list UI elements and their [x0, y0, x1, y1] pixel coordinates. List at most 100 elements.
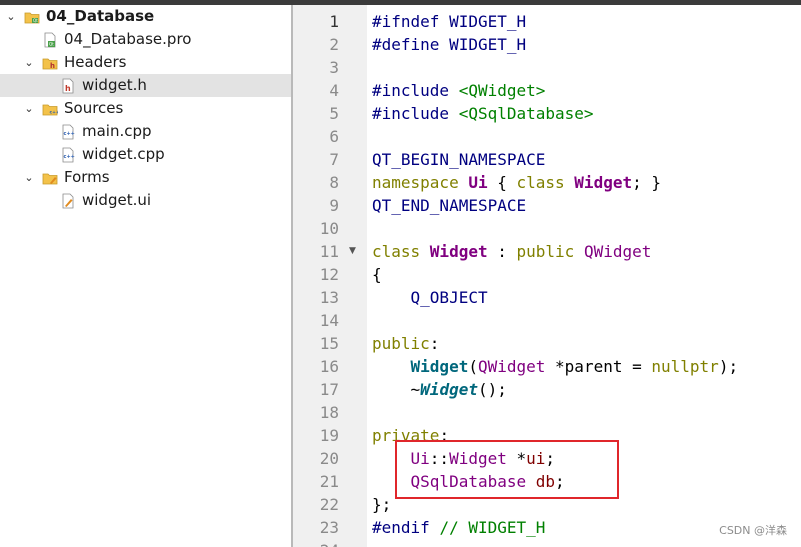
fold-arrow-icon[interactable]: ▼	[349, 240, 356, 263]
code-line[interactable]: };	[372, 493, 391, 516]
code-line[interactable]: ~Widget();	[372, 378, 507, 401]
code-token: #include	[372, 81, 459, 100]
code-line[interactable]: {	[372, 263, 382, 286]
code-token: // WIDGET_H	[439, 518, 546, 537]
tree-item-sources[interactable]: ⌄ c++ Sources	[0, 97, 291, 120]
line-number: 21	[319, 472, 339, 491]
line-number: 2	[329, 35, 339, 54]
code-token: {	[487, 173, 517, 192]
line-number: 11	[319, 242, 339, 261]
line-number: 22	[319, 495, 339, 514]
header-file-label: widget.h	[82, 76, 147, 94]
line-number: 6	[329, 127, 339, 146]
line-number: 5	[329, 104, 339, 123]
line-number: 20	[319, 449, 339, 468]
code-line[interactable]: Q_OBJECT	[372, 286, 488, 309]
pro-file-label: 04_Database.pro	[64, 30, 192, 48]
chevron-down-icon[interactable]: ⌄	[22, 171, 36, 185]
cpp-file-icon: c++	[62, 124, 75, 140]
tree-item-main-cpp[interactable]: c++ main.cpp	[0, 120, 291, 143]
line-number: 1	[329, 12, 339, 31]
line-number: 7	[329, 150, 339, 169]
watermark: CSDN @洋森	[719, 524, 787, 537]
code-token: :	[487, 242, 517, 261]
project-tree: ⌄ Qt 04_Database Qt 04_Database.pro ⌄ h …	[0, 5, 291, 547]
line-number: 8	[329, 173, 339, 192]
header-file-icon: h	[62, 78, 74, 94]
code-token: class	[516, 173, 575, 192]
line-number: 17	[319, 380, 339, 399]
forms-label: Forms	[64, 168, 110, 186]
line-number: 4	[329, 81, 339, 100]
code-token: ();	[477, 380, 507, 399]
line-number: 18	[319, 403, 339, 422]
code-token: QT_BEGIN_NAMESPACE	[372, 150, 546, 169]
code-line[interactable]: Widget(QWidget *parent = nullptr);	[372, 355, 739, 378]
pro-file-icon: Qt	[44, 32, 56, 48]
code-token: #endif	[372, 518, 440, 537]
code-token: };	[372, 495, 392, 514]
line-number: 23	[319, 518, 339, 537]
line-number: 3	[329, 58, 339, 77]
source-file-label: main.cpp	[82, 122, 152, 140]
svg-text:c++: c++	[50, 110, 59, 116]
line-number: 15	[319, 334, 339, 353]
ui-form-file-icon	[62, 193, 74, 209]
code-line[interactable]: namespace Ui { class Widget; }	[372, 171, 661, 194]
code-token: #include	[372, 104, 459, 123]
line-number: 9	[329, 196, 339, 215]
annotation-highlight-box	[395, 440, 619, 499]
tree-item-widget-h[interactable]: h widget.h	[0, 74, 291, 97]
svg-text:Qt: Qt	[33, 18, 38, 23]
line-number: 14	[319, 311, 339, 330]
code-token: Widget	[410, 357, 469, 376]
code-token: public	[516, 242, 584, 261]
code-token: namespace	[372, 173, 469, 192]
code-line[interactable]: #ifndef WIDGET_H	[372, 10, 526, 33]
chevron-down-icon[interactable]: ⌄	[4, 10, 18, 24]
svg-text:c++: c++	[64, 131, 75, 137]
form-file-label: widget.ui	[82, 191, 152, 209]
code-token: public	[372, 334, 430, 353]
svg-text:Qt: Qt	[49, 42, 54, 47]
code-line[interactable]: #endif // WIDGET_H	[372, 516, 545, 539]
code-token: QWidget	[583, 242, 652, 261]
code-token: Widget	[429, 242, 488, 261]
line-number: 24	[293, 539, 339, 547]
code-line[interactable]: QT_END_NAMESPACE	[372, 194, 526, 217]
svg-text:h: h	[65, 84, 71, 93]
code-token: nullptr	[651, 357, 719, 376]
tree-item-headers[interactable]: ⌄ h Headers	[0, 51, 291, 74]
sources-folder-icon: c++	[42, 104, 59, 116]
code-line[interactable]: QT_BEGIN_NAMESPACE	[372, 148, 545, 171]
code-token: (	[468, 357, 478, 376]
chevron-down-icon[interactable]: ⌄	[22, 56, 36, 70]
tree-item-pro-file[interactable]: Qt 04_Database.pro	[0, 28, 291, 51]
source-file-label: widget.cpp	[82, 145, 165, 163]
code-token: class	[372, 242, 430, 261]
code-token: Widget	[574, 173, 633, 192]
code-line[interactable]: public:	[372, 332, 439, 355]
cpp-file-icon: c++	[62, 147, 75, 163]
line-number: 13	[319, 288, 339, 307]
svg-text:h: h	[50, 62, 55, 70]
project-folder-icon: Qt	[24, 12, 40, 24]
tree-item-forms[interactable]: ⌄ Forms	[0, 166, 291, 189]
code-token: QT_END_NAMESPACE	[372, 196, 527, 215]
code-line[interactable]: class Widget : public QWidget	[372, 240, 651, 263]
code-token: :	[429, 334, 440, 353]
code-line[interactable]: #include <QSqlDatabase>	[372, 102, 594, 125]
tree-item-widget-cpp[interactable]: c++ widget.cpp	[0, 143, 291, 166]
code-line[interactable]: #define WIDGET_H	[372, 33, 526, 56]
code-line[interactable]: #include <QWidget>	[372, 79, 545, 102]
code-token: *parent =	[545, 357, 652, 376]
tree-item-project[interactable]: ⌄ Qt 04_Database	[0, 5, 291, 28]
tree-item-widget-ui[interactable]: widget.ui	[0, 189, 291, 212]
project-name: 04_Database	[46, 7, 155, 25]
code-token: Widget	[420, 380, 478, 399]
line-number: 19	[319, 426, 339, 445]
chevron-down-icon[interactable]: ⌄	[22, 102, 36, 116]
code-token: );	[718, 357, 739, 376]
headers-folder-icon: h	[42, 58, 58, 70]
